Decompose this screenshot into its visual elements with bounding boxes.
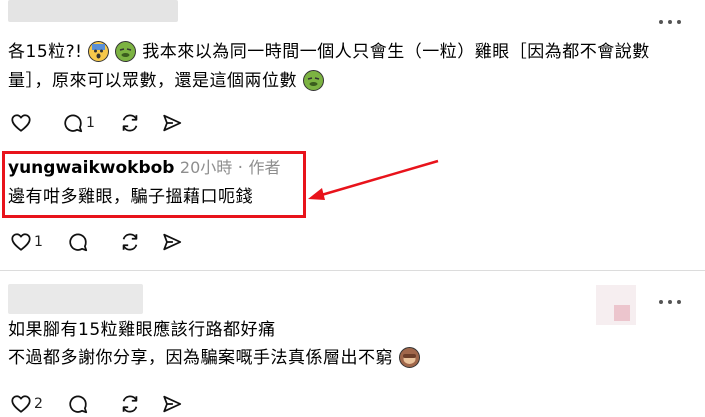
post-actions: 1 bbox=[10, 112, 203, 134]
annotation-arrow bbox=[308, 159, 439, 200]
post-body: 各15粒?! 我本來以為同一時間一個人只會生（一粒）雞眼［因為都不會說數 bbox=[8, 38, 650, 67]
share-button[interactable] bbox=[161, 112, 183, 134]
repost-button[interactable] bbox=[119, 112, 141, 134]
post-body: 如果腳有15粒雞眼應該行路都好痛 bbox=[8, 320, 276, 340]
timestamp: 20小時 bbox=[179, 158, 233, 177]
more-options-icon[interactable] bbox=[659, 300, 681, 304]
like-button[interactable]: 1 bbox=[10, 231, 43, 253]
share-button[interactable] bbox=[161, 231, 183, 253]
separator: · bbox=[237, 158, 244, 178]
author-badge: 作者 bbox=[248, 158, 281, 177]
nauseated-face-icon bbox=[115, 41, 137, 62]
post-body-text: 不過都多謝你分享， bbox=[8, 348, 166, 368]
heart-icon bbox=[11, 395, 31, 413]
send-icon bbox=[163, 233, 182, 251]
more-options-icon[interactable] bbox=[659, 20, 681, 24]
post-actions: 2 bbox=[10, 393, 203, 415]
blurred-username bbox=[8, 284, 143, 314]
username[interactable]: yungwaikwokbob bbox=[8, 158, 174, 178]
like-button[interactable]: 2 bbox=[10, 393, 43, 415]
post-body-text: 我本來以為同一時間一個人只會生（一粒）雞眼［因為都不會說數 bbox=[142, 42, 650, 62]
repost-icon bbox=[122, 395, 138, 413]
comment-icon bbox=[69, 395, 88, 414]
divider bbox=[0, 270, 705, 271]
nauseated-face-icon bbox=[302, 70, 324, 91]
blurred-avatar bbox=[596, 285, 636, 325]
comment-icon bbox=[64, 114, 83, 133]
reply-count: 1 bbox=[86, 115, 95, 131]
reply-button[interactable] bbox=[67, 393, 89, 415]
heart-icon bbox=[11, 233, 31, 251]
like-button[interactable] bbox=[10, 112, 32, 134]
reply-button[interactable]: 1 bbox=[62, 112, 95, 134]
repost-button[interactable] bbox=[119, 393, 141, 415]
post-body: 邊有咁多雞眼，騙子搵藉口呃錢 bbox=[8, 187, 253, 207]
share-button[interactable] bbox=[161, 393, 183, 415]
repost-icon bbox=[122, 114, 138, 132]
post-body: 量］，原來可以眾數，還是這個兩位數 bbox=[8, 67, 324, 96]
comment-icon bbox=[69, 233, 88, 252]
heart-icon bbox=[11, 114, 31, 132]
post-body: 不過都多謝你分享，因為騙案嘅手法真係層出不窮 bbox=[8, 344, 420, 373]
like-count: 2 bbox=[34, 396, 43, 412]
post-body-text: 量］，原來可以眾數，還是這個兩位數 bbox=[8, 71, 297, 91]
blurred-username bbox=[8, 0, 178, 22]
see-no-evil-monkey-icon bbox=[398, 347, 420, 368]
post-header: yungwaikwokbob 20小時 · 作者 bbox=[8, 155, 281, 181]
post-body-text: 因為騙案嘅手法真係層出不窮 bbox=[165, 348, 393, 368]
reply-button[interactable] bbox=[67, 231, 89, 253]
repost-icon bbox=[122, 233, 138, 251]
like-count: 1 bbox=[34, 234, 43, 250]
repost-button[interactable] bbox=[119, 231, 141, 253]
post-actions: 1 bbox=[10, 231, 203, 253]
post-body-text: 各15粒?! bbox=[8, 42, 83, 62]
send-icon bbox=[163, 114, 182, 132]
send-icon bbox=[163, 395, 182, 413]
fearful-face-icon bbox=[88, 41, 110, 62]
